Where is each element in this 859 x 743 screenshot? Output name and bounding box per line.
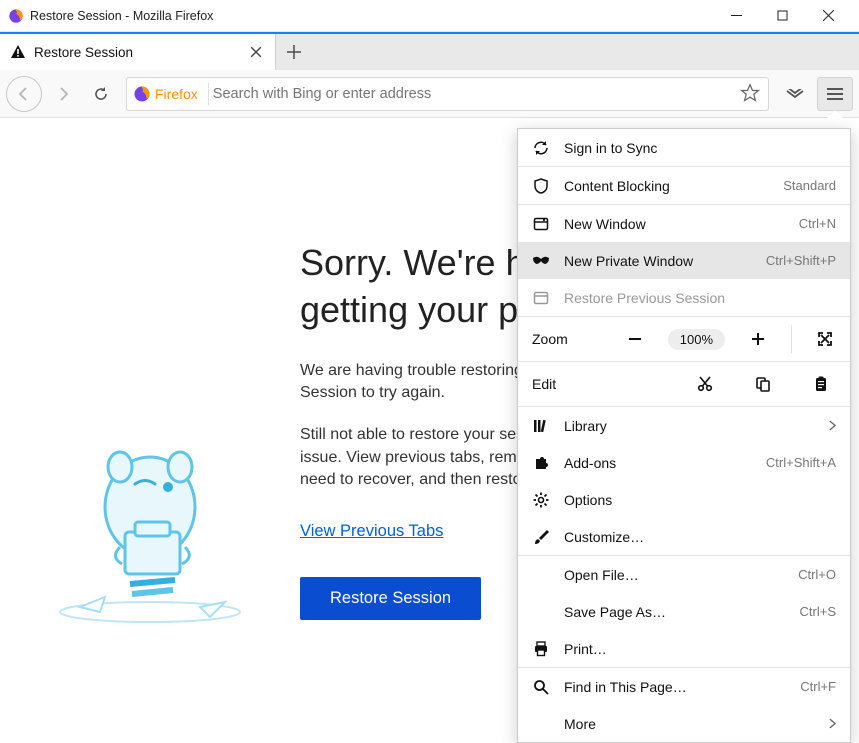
window-titlebar: Restore Session - Mozilla Firefox (0, 0, 859, 32)
zoom-in-button[interactable] (747, 328, 769, 350)
menu-options[interactable]: Options (518, 481, 850, 518)
back-button[interactable] (6, 76, 42, 112)
bookmark-star-icon[interactable] (740, 83, 762, 105)
view-previous-tabs-link[interactable]: View Previous Tabs (300, 522, 443, 541)
overflow-button[interactable] (777, 77, 813, 111)
cut-button[interactable] (694, 373, 716, 395)
warning-icon (10, 44, 26, 60)
menu-print[interactable]: Print… (518, 630, 850, 667)
menu-library[interactable]: Library (518, 407, 850, 444)
separator (208, 83, 209, 105)
firefox-icon (133, 85, 151, 103)
restore-session-button[interactable]: Restore Session (300, 577, 481, 620)
error-illustration (30, 120, 270, 723)
gear-icon (532, 491, 550, 509)
chevron-right-icon (829, 420, 836, 431)
menu-content-blocking[interactable]: Content Blocking Standard (518, 167, 850, 204)
shield-icon (532, 177, 550, 195)
new-window-icon (532, 215, 550, 233)
tab-strip: Restore Session (0, 32, 859, 70)
copy-button[interactable] (752, 373, 774, 395)
puzzle-icon (532, 454, 550, 472)
zoom-level[interactable]: 100% (668, 329, 725, 350)
window-close-button[interactable] (805, 0, 851, 32)
tab-close-button[interactable] (247, 43, 265, 61)
sync-icon (532, 139, 550, 157)
menu-save-page-as[interactable]: Save Page As… Ctrl+S (518, 593, 850, 630)
reload-button[interactable] (84, 77, 118, 111)
search-icon (532, 678, 550, 696)
app-menu-popup: Sign in to Sync Content Blocking Standar… (517, 128, 851, 743)
restore-session-icon (532, 289, 550, 307)
chevron-right-icon (829, 718, 836, 729)
menu-more[interactable]: More (518, 705, 850, 742)
print-icon (532, 640, 550, 658)
window-minimize-button[interactable] (713, 0, 759, 32)
tab-label: Restore Session (34, 45, 239, 60)
zoom-out-button[interactable] (624, 328, 646, 350)
paintbrush-icon (532, 528, 550, 546)
menu-customize[interactable]: Customize… (518, 518, 850, 555)
forward-button[interactable] (46, 77, 80, 111)
urlbar-brand: Firefox (155, 86, 198, 102)
navigation-toolbar: Firefox (0, 70, 859, 118)
tab-restore-session[interactable]: Restore Session (0, 34, 276, 70)
menu-sign-in-sync[interactable]: Sign in to Sync (518, 129, 850, 166)
menu-new-window[interactable]: New Window Ctrl+N (518, 205, 850, 242)
window-maximize-button[interactable] (759, 0, 805, 32)
search-input[interactable] (213, 86, 740, 102)
menu-open-file[interactable]: Open File… Ctrl+O (518, 556, 850, 593)
fullscreen-button[interactable] (814, 328, 836, 350)
menu-find-in-page[interactable]: Find in This Page… Ctrl+F (518, 668, 850, 705)
library-icon (532, 417, 550, 435)
new-tab-button[interactable] (276, 34, 312, 70)
menu-addons[interactable]: Add-ons Ctrl+Shift+A (518, 444, 850, 481)
menu-new-private-window[interactable]: New Private Window Ctrl+Shift+P (518, 242, 850, 279)
firefox-icon (8, 8, 24, 24)
content-blocking-mode: Standard (783, 178, 836, 193)
paste-button[interactable] (810, 373, 832, 395)
menu-edit-controls: Edit (518, 362, 850, 406)
hamburger-menu-button[interactable] (817, 77, 853, 111)
mask-icon (532, 252, 550, 270)
menu-zoom-controls: Zoom 100% (518, 317, 850, 361)
url-bar[interactable]: Firefox (126, 77, 769, 111)
menu-restore-previous-session: Restore Previous Session (518, 279, 850, 316)
window-title: Restore Session - Mozilla Firefox (30, 9, 213, 23)
